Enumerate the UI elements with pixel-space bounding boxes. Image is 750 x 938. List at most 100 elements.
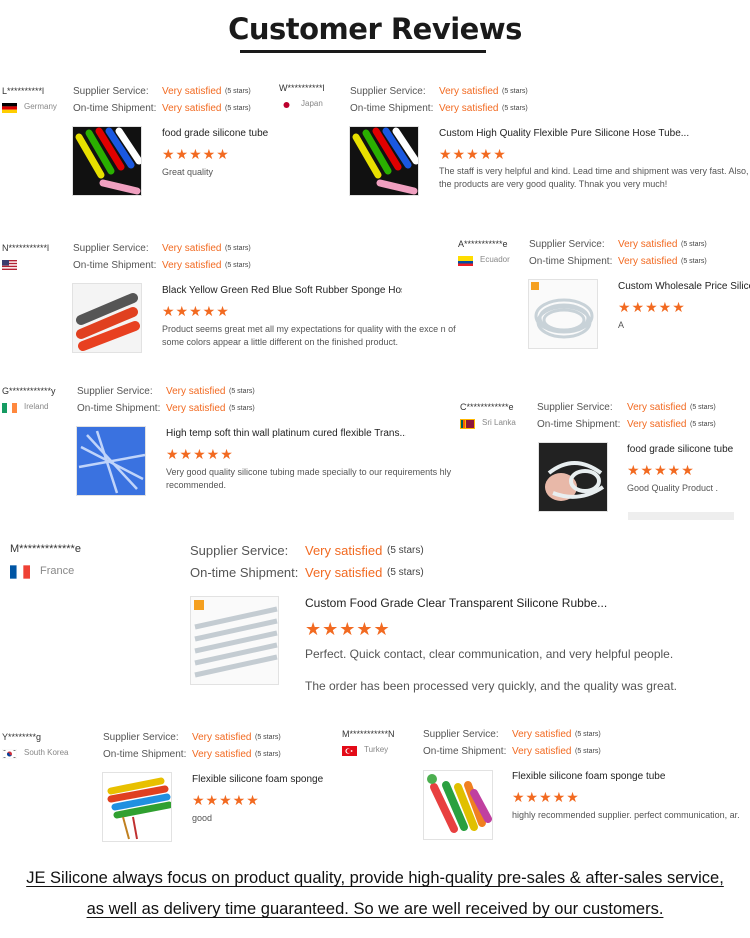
- title-underline: [240, 50, 486, 53]
- shipment-value: Very satisfied: [618, 256, 678, 267]
- product-thumbnail[interactable]: [76, 426, 146, 496]
- japan-flag-icon: [279, 100, 294, 110]
- rating-stars: ★★★★★: [512, 789, 580, 805]
- product-name[interactable]: High temp soft thin wall platinum cured …: [166, 428, 406, 439]
- shipment-label: On-time Shipment:: [103, 749, 187, 760]
- supplier-service-stars: (5 stars): [575, 731, 601, 738]
- product-name[interactable]: Custom Wholesale Price Silico: [618, 281, 750, 292]
- reviewer-country: Sri Lanka: [482, 418, 516, 427]
- review-text: Great quality: [162, 167, 214, 177]
- shipment-value: Very satisfied: [512, 746, 572, 757]
- reviewer-country: Germany: [24, 102, 57, 111]
- review-text-2: The order has been processed very quickl…: [305, 679, 677, 693]
- product-name[interactable]: food grade silicone tube: [162, 128, 272, 139]
- product-thumbnail[interactable]: [538, 442, 608, 512]
- shipment-stars: (5 stars): [387, 567, 424, 578]
- review-text: Very good quality silicone tubing made s…: [166, 467, 452, 490]
- review-text: A: [618, 320, 625, 330]
- review-card: A***********e Ecuador Supplier Service: …: [458, 239, 750, 359]
- product-thumbnail[interactable]: [423, 770, 493, 840]
- product-thumbnail[interactable]: [72, 126, 142, 196]
- shipment-label: On-time Shipment:: [77, 403, 161, 414]
- supplier-service-value: Very satisfied: [627, 402, 687, 413]
- review-card: Y********g South Korea Supplier Service:…: [2, 732, 332, 852]
- reviewer-country: France: [40, 565, 75, 577]
- review-card: M*************e France Supplier Service:…: [10, 543, 750, 698]
- sri-lanka-flag-icon: [460, 419, 475, 429]
- reviewer-country: Ireland: [24, 402, 49, 411]
- product-name[interactable]: food grade silicone tube: [627, 444, 747, 455]
- supplier-service-label: Supplier Service:: [77, 386, 153, 397]
- product-thumbnail[interactable]: [528, 279, 598, 349]
- shipment-value: Very satisfied: [162, 103, 222, 114]
- review-text: Good Quality Product .: [627, 483, 719, 493]
- reviewer-name: Y********g: [2, 732, 42, 742]
- product-thumbnail[interactable]: [349, 126, 419, 196]
- shipment-label: On-time Shipment:: [73, 103, 157, 114]
- supplier-service-stars: (5 stars): [387, 545, 424, 556]
- shipment-value: Very satisfied: [439, 103, 499, 114]
- rating-stars: ★★★★★: [166, 446, 234, 462]
- supplier-service-value: Very satisfied: [618, 239, 678, 250]
- product-thumbnail[interactable]: [190, 596, 279, 685]
- supplier-service-stars: (5 stars): [225, 245, 251, 252]
- supplier-service-value: Very satisfied: [439, 86, 499, 97]
- shipment-value: Very satisfied: [162, 260, 222, 271]
- product-name[interactable]: Flexible silicone foam sponge tube: [512, 771, 742, 782]
- ireland-flag-icon: [2, 403, 17, 413]
- footer-line-1: JE Silicone always focus on product qual…: [0, 869, 750, 888]
- supplier-service-label: Supplier Service:: [73, 86, 149, 97]
- supplier-service-value: Very satisfied: [512, 729, 572, 740]
- supplier-service-label: Supplier Service:: [103, 732, 179, 743]
- reviewer-name: N***********l: [2, 243, 50, 253]
- product-thumbnail[interactable]: [102, 772, 172, 842]
- supplier-service-label: Supplier Service:: [73, 243, 149, 254]
- reviewer-name: A***********e: [458, 239, 508, 249]
- shipment-value: Very satisfied: [192, 749, 252, 760]
- shipment-label: On-time Shipment:: [529, 256, 613, 267]
- shipment-stars: (5 stars): [690, 421, 716, 428]
- product-name[interactable]: Flexible silicone foam sponge: [192, 774, 332, 785]
- review-card: W**********l Japan Supplier Service: Ver…: [279, 83, 750, 203]
- shipment-value: Very satisfied: [627, 419, 687, 430]
- rating-stars: ★★★★★: [627, 462, 695, 478]
- reviewer-name: G************y: [2, 386, 56, 396]
- reviewer-country: Ecuador: [480, 255, 510, 264]
- france-flag-icon: [10, 565, 30, 579]
- reviewer-name: M*************e: [10, 543, 81, 555]
- reviewer-name: M***********N: [342, 729, 395, 739]
- product-name[interactable]: Custom High Quality Flexible Pure Silico…: [439, 128, 739, 139]
- supplier-service-stars: (5 stars): [255, 734, 281, 741]
- review-text: highly recommended supplier. perfect com…: [512, 810, 740, 820]
- supplier-service-label: Supplier Service:: [423, 729, 499, 740]
- supplier-service-label: Supplier Service:: [537, 402, 613, 413]
- rating-stars: ★★★★★: [439, 146, 507, 162]
- supplier-service-stars: (5 stars): [681, 241, 707, 248]
- shipment-stars: (5 stars): [225, 105, 251, 112]
- supplier-service-stars: (5 stars): [229, 388, 255, 395]
- product-name[interactable]: Black Yellow Green Red Blue Soft Rubber …: [162, 285, 402, 296]
- shipment-value: Very satisfied: [305, 565, 383, 580]
- shipment-stars: (5 stars): [225, 262, 251, 269]
- footer-text-1: JE Silicone always focus on product qual…: [26, 869, 724, 887]
- shipment-value: Very satisfied: [166, 403, 226, 414]
- shipment-label: On-time Shipment:: [423, 746, 507, 757]
- review-text: Perfect. Quick contact, clear communicat…: [305, 647, 674, 661]
- shipment-stars: (5 stars): [502, 105, 528, 112]
- product-name[interactable]: Custom Food Grade Clear Transparent Sili…: [305, 596, 635, 610]
- review-card: N***********l Supplier Service: Very sat…: [2, 243, 457, 363]
- reviewer-country: Japan: [301, 99, 323, 108]
- review-card: C************e Sri Lanka Supplier Servic…: [460, 402, 750, 522]
- rating-stars: ★★★★★: [162, 303, 230, 319]
- reviewer-country: South Korea: [24, 748, 69, 757]
- footer-text-2: as well as delivery time guaranteed. So …: [86, 900, 664, 918]
- supplier-service-label: Supplier Service:: [190, 543, 289, 558]
- supplier-service-label: Supplier Service:: [529, 239, 605, 250]
- review-card: M***********N Turkey Supplier Service: V…: [342, 729, 750, 849]
- product-thumbnail[interactable]: [72, 283, 142, 353]
- shipment-label: On-time Shipment:: [190, 565, 299, 580]
- supplier-service-value: Very satisfied: [192, 732, 252, 743]
- divider-bar: [628, 512, 734, 520]
- shipment-label: On-time Shipment:: [537, 419, 621, 430]
- supplier-service-value: Very satisfied: [162, 86, 222, 97]
